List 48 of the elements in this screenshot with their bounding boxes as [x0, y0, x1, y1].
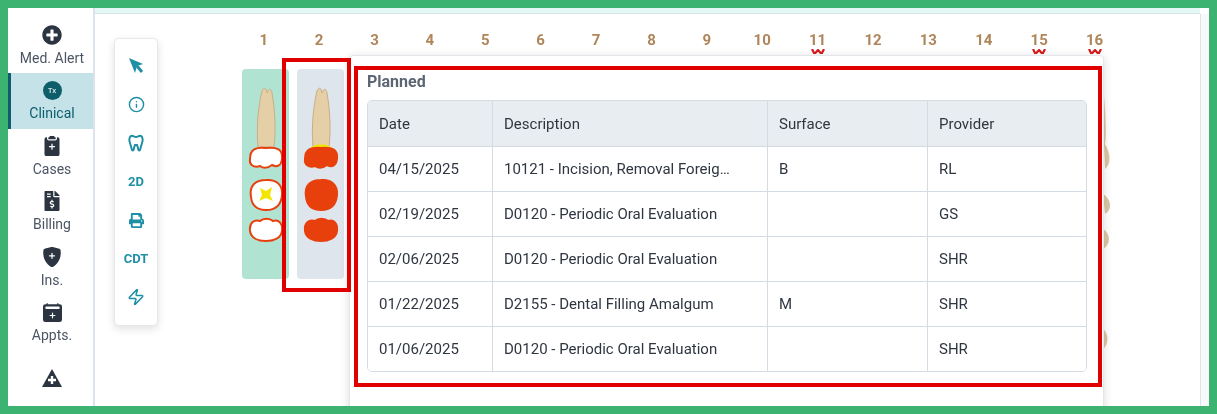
sidebar-item[interactable]: Appts. — [8, 295, 93, 351]
pointer-icon — [128, 57, 144, 76]
scrollbar[interactable] — [1201, 14, 1209, 406]
table-cell-text: 02/06/2025 — [378, 249, 460, 270]
warning-icon — [41, 368, 63, 389]
tool-button[interactable]: CDT — [118, 239, 154, 278]
tooth-number: 11 — [809, 31, 827, 49]
tooth-icon — [128, 134, 144, 153]
tooth-number: 9 — [702, 31, 712, 49]
tx-icon: Tx — [42, 81, 62, 101]
alert-icon — [42, 25, 62, 46]
tooth-number: 15 — [1030, 31, 1048, 49]
column-header: Date — [378, 113, 411, 135]
flash-icon — [127, 288, 145, 307]
clipboard-icon — [42, 136, 62, 157]
tooth-number: 14 — [975, 31, 993, 49]
sidebar-item[interactable]: Ins. — [8, 239, 93, 296]
invoice-icon — [42, 191, 62, 212]
table-cell-text: 02/19/2025 — [378, 204, 460, 225]
tooth-number: 6 — [536, 31, 545, 49]
tooth-number: 16 — [1085, 31, 1104, 49]
tooth-number: 3 — [370, 31, 379, 49]
table-cell-text: 04/15/2025 — [378, 159, 460, 180]
sidebar-item[interactable]: Med. Alert — [8, 18, 93, 74]
tooth-number: 5 — [480, 31, 490, 49]
tooth-card[interactable] — [297, 69, 345, 279]
tooth-number: 10 — [753, 31, 771, 49]
table-cell-text: 01/22/2025 — [378, 294, 460, 315]
calendar-icon — [42, 302, 62, 322]
tooth-card[interactable] — [242, 69, 289, 279]
tooth-number: 13 — [919, 31, 937, 49]
print-icon — [128, 212, 144, 228]
tooth-number: 12 — [864, 31, 882, 49]
tooth-number: 2 — [314, 31, 324, 49]
popup-title: Planned — [367, 72, 427, 91]
table-cell-text: 01/06/2025 — [378, 339, 460, 360]
shield-icon — [42, 246, 62, 267]
tool-button[interactable]: 2D — [118, 162, 154, 201]
sidebar-item[interactable]: Tx Clinical — [8, 73, 93, 129]
info-icon — [127, 96, 145, 114]
tooth-number: 7 — [591, 31, 601, 49]
tooth-number: 1 — [259, 31, 268, 49]
sidebar-item[interactable]: Billing — [8, 184, 93, 240]
sidebar-item[interactable]: Cases — [8, 128, 93, 185]
table-cell: D0120 - Periodic Oral Evaluation — [492, 327, 767, 371]
tooth-number: 8 — [647, 31, 656, 49]
table-cell: SHR — [927, 327, 1086, 371]
tooth-number: 4 — [425, 31, 435, 49]
